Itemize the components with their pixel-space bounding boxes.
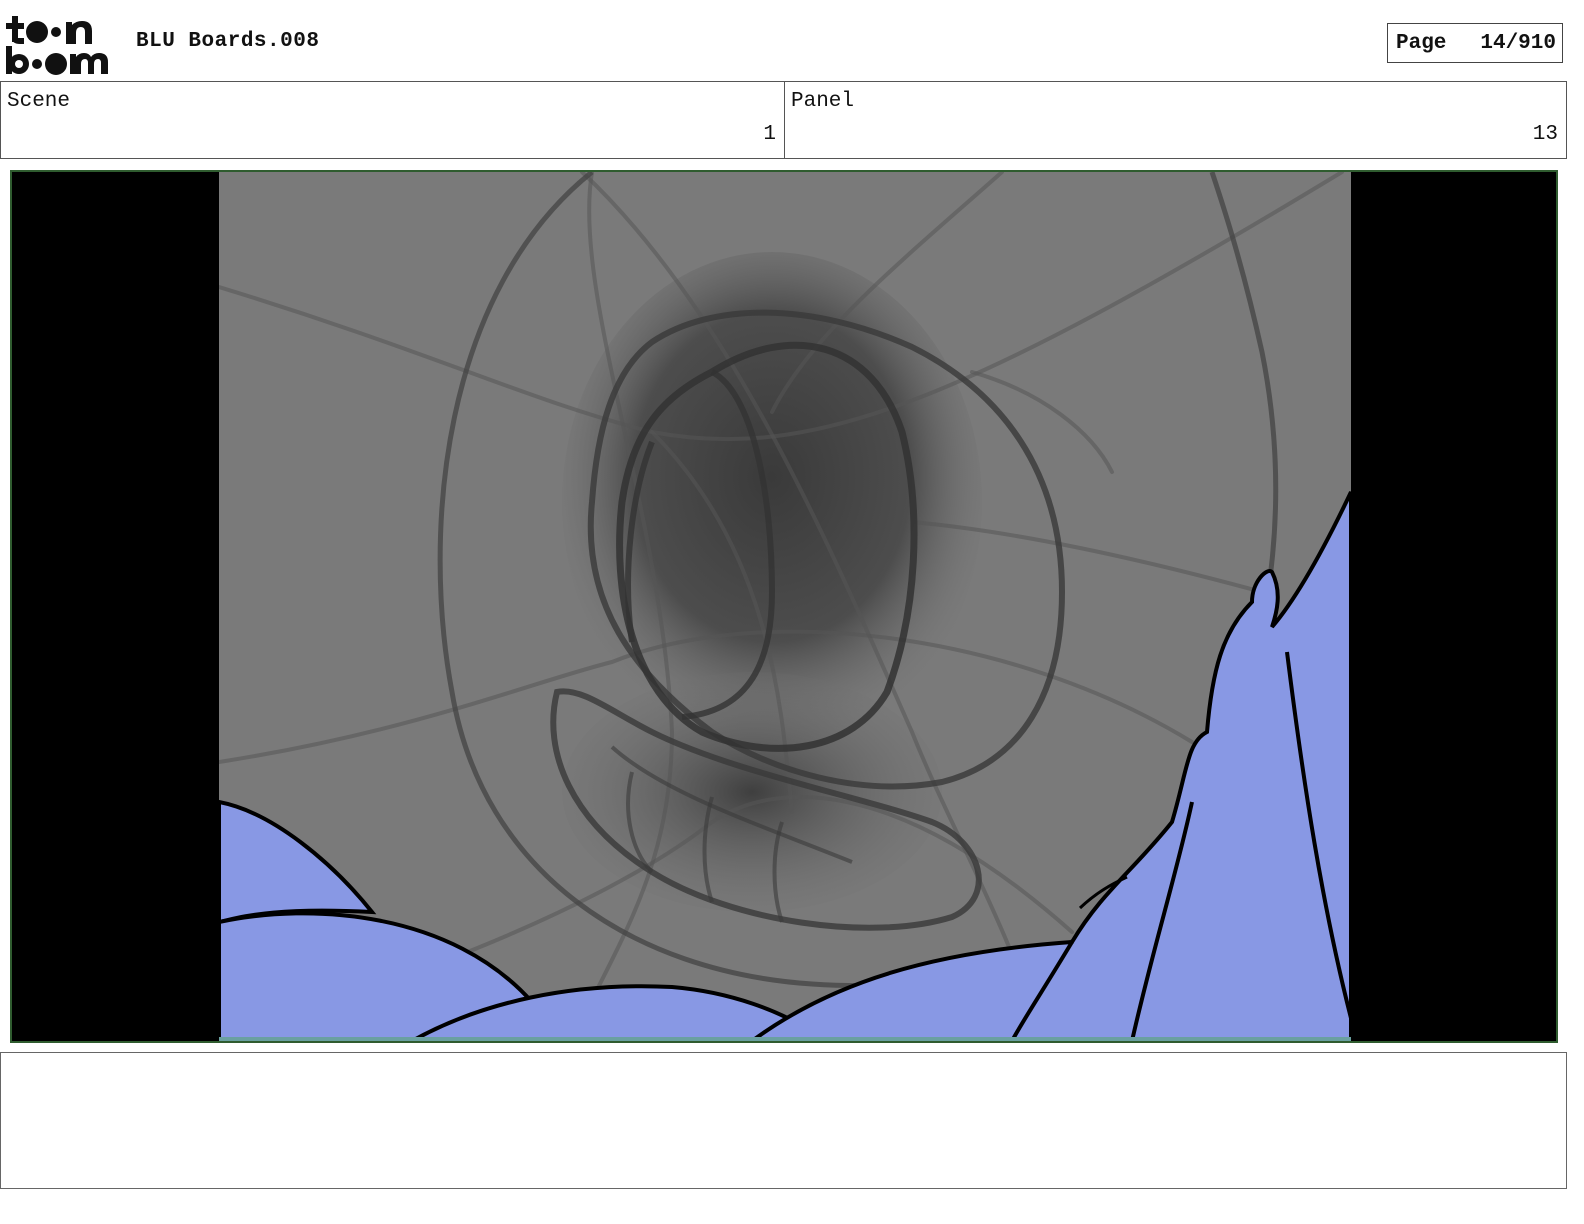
notes-box (0, 1052, 1567, 1189)
scene-cell: Scene 1 (1, 82, 785, 158)
scene-panel-row: Scene 1 Panel 13 (0, 81, 1567, 159)
panel-cell: Panel 13 (785, 82, 1566, 158)
toonboom-logo (4, 14, 116, 76)
frame-bottom-line (219, 1037, 1351, 1041)
page-label: Page (1396, 31, 1447, 55)
panel-label: Panel (791, 90, 855, 113)
panel-number: 13 (1532, 123, 1558, 146)
page-indicator: Page 14/910 (1387, 23, 1563, 63)
storyboard-frame (10, 170, 1558, 1043)
page-number: 14/910 (1480, 31, 1556, 55)
letterbox-left (12, 172, 219, 1041)
document-title: BLU Boards.008 (136, 30, 320, 53)
scene-number: 1 (763, 123, 776, 146)
storyboard-drawing (12, 172, 1556, 1041)
scene-label: Scene (7, 90, 71, 113)
sketch-artwork (219, 172, 1351, 1041)
letterbox-right (1351, 172, 1556, 1041)
